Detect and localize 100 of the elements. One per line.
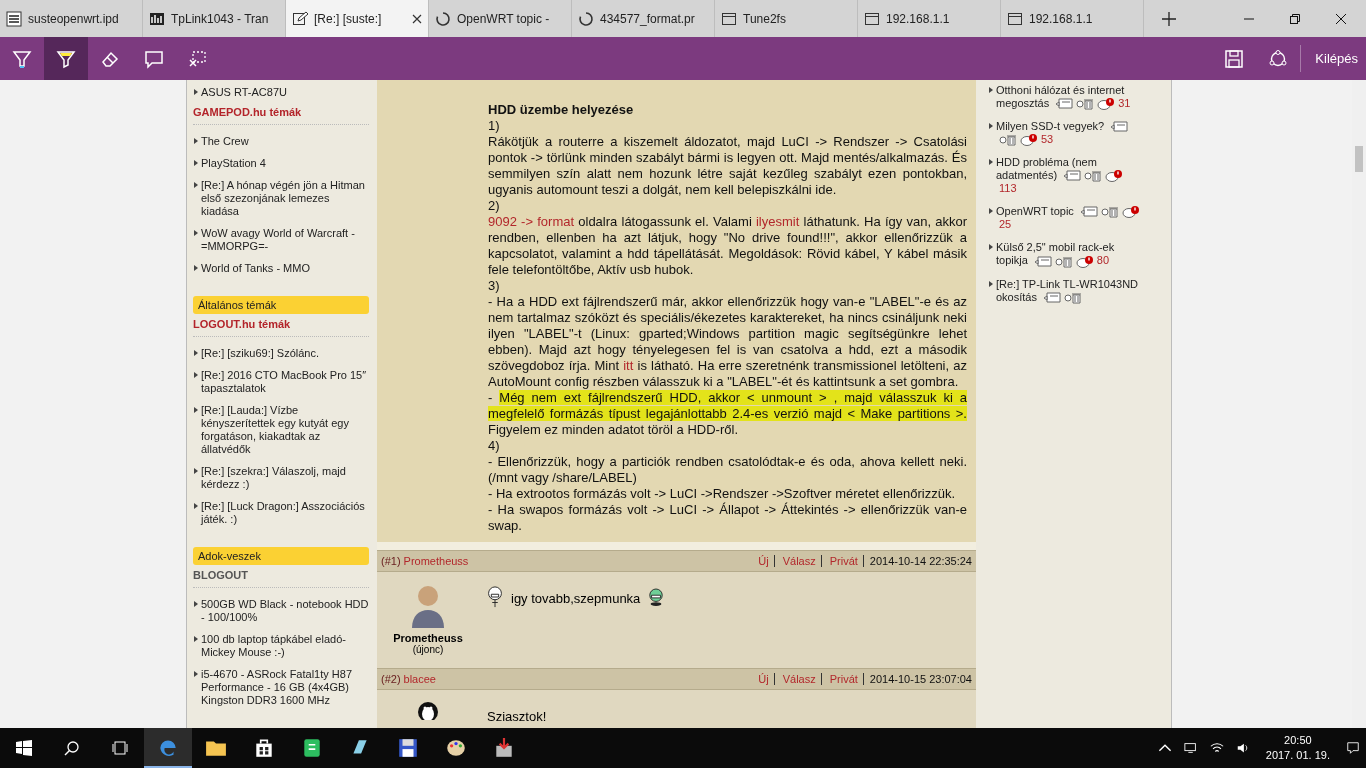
speech-bubble-icon[interactable] (1063, 170, 1082, 183)
bin-icon[interactable] (1054, 255, 1073, 268)
exit-button[interactable]: Kilépés (1300, 45, 1366, 72)
sidebar-link[interactable]: World of Tanks - MMO (193, 262, 369, 275)
post-paragraph: 3) (488, 278, 501, 294)
close-icon[interactable] (1336, 13, 1346, 24)
speech-bubble-icon[interactable] (1055, 98, 1074, 111)
post-action-link[interactable]: Privát (824, 555, 864, 567)
alert-bubble-icon[interactable] (1020, 134, 1038, 147)
author-link[interactable]: Prometheuss (403, 555, 469, 567)
alert-bubble-icon[interactable] (1105, 170, 1124, 183)
sidebar-link[interactable]: [Re:] [Luck Dragon:] Asszociációs játék. :) (193, 500, 369, 526)
post-date: 2014-10-15 23:07:04 (868, 673, 972, 685)
sidebar-link[interactable]: PlayStation 4 (193, 157, 369, 170)
post-action-link[interactable]: Válasz (777, 555, 822, 567)
share-icon[interactable] (1268, 48, 1289, 69)
page-icon (1007, 10, 1023, 27)
post-number[interactable]: (#1) (381, 555, 401, 567)
clock-date[interactable]: 2017. 01. 19. (1265, 748, 1330, 763)
clock-time[interactable]: 20:50 (1284, 733, 1312, 748)
sidebar-link[interactable]: 100 db laptop tápkábel eladó- Mickey Mouse :-) (193, 633, 369, 659)
reply-count: 53 (1041, 133, 1054, 146)
bin-icon[interactable] (1064, 291, 1083, 304)
post-paragraph: Rákötjük a routerre a kiszemelt áldozatot, majd LuCI -> Rendszer -> Csatolási pontok -> törlünk minden szabályt bármi is legyen ott. Majd mentés/alkalmazás. És semmilyen szín alatt nem hozunk létre saját kezűleg szabályt ezen pontokban, ugyanis automount teszi a dolgát, nem kell belepiszkálni ide. (488, 134, 967, 198)
topic-link[interactable]: Milyen SSD-t vegyek? 53 (988, 120, 1143, 147)
speech-bubble-icon[interactable] (1079, 206, 1098, 219)
post-paragraph: - Ha extrootos formázás volt -> LuCI ->Rendszer ->Szoftver méretet ellenőrizzük. (488, 486, 957, 502)
sidebar-link[interactable]: [Re:] 2016 CTO MacBook Pro 15″ tapasztalatok (193, 369, 369, 395)
post-text: igy tovabb,szepmunka (511, 591, 641, 606)
tool-button[interactable] (44, 37, 88, 80)
topic-link[interactable]: OpenWRT topic 25 (988, 205, 1143, 232)
section-heading[interactable]: GAMEPOD.hu témák (193, 106, 369, 125)
post-action-link[interactable]: Válasz (777, 673, 822, 685)
user-name[interactable]: Prometheuss (393, 632, 463, 644)
bin-icon[interactable] (1100, 206, 1119, 219)
post-number[interactable]: (#2) (381, 673, 401, 685)
reply-count: 80 (1096, 254, 1110, 267)
sidebar-link[interactable]: WoW avagy World of Warcraft -=MMORPG=- (193, 227, 369, 253)
bin-icon[interactable] (1076, 98, 1095, 111)
wifi-icon[interactable] (1209, 741, 1224, 755)
taskbar-app[interactable] (144, 728, 192, 768)
sidebar-link[interactable]: The Crew (193, 135, 369, 148)
sidebar-link[interactable]: 500GB WD Black - notebook HDD - 100/100% (193, 598, 369, 624)
task-view-icon[interactable] (112, 740, 128, 756)
sidebar-link[interactable]: [Re:] A hónap végén jön a Hitman első szezonjának lemezes kiadása (193, 179, 369, 218)
reply-count: 113 (999, 182, 1017, 195)
sidebar-link[interactable]: [Re:] [Lauda:] Vízbe kényszerítettek egy kutyát egy forgatáson, kiakadtak az állatvédők (193, 404, 369, 456)
topic-link[interactable]: Külső 2,5" mobil rack-ek topikja 80 (988, 241, 1143, 268)
category-tab[interactable]: Adok-veszek (193, 547, 369, 565)
post-action-link[interactable]: Privát (824, 673, 864, 685)
reply-count: 31 (1118, 97, 1131, 109)
loading-icon (578, 10, 594, 27)
category-tab[interactable]: Általános témák (193, 296, 369, 314)
clip-icon (188, 48, 208, 69)
alert-bubble-icon[interactable] (1097, 98, 1116, 111)
browser-tab[interactable]: [Re:] [suste:] (286, 0, 429, 37)
post-heading: HDD üzembe helyezése (488, 102, 635, 118)
alert-bubble-icon[interactable] (1121, 206, 1140, 219)
speaker-icon[interactable] (1235, 741, 1250, 755)
author-link[interactable]: blacee (403, 673, 436, 685)
section-heading[interactable]: BLOGOUT (193, 569, 369, 588)
windows-start-icon[interactable] (16, 740, 32, 756)
palette-icon (445, 737, 467, 759)
post-action-link[interactable]: Új (753, 555, 775, 567)
post-paragraph: - Ellenőrizzük, hogy a particiók rendben csatolódtak-e és oda, ahova kellett neki. (/mnt vagy /share/LABEL) (488, 454, 967, 486)
pen-icon (12, 48, 32, 69)
post-paragraph: - Ha swapos formázás volt -> LuCI -> Állapot -> Áttekintés -> ellenőrizzük van-e swap. (488, 502, 967, 534)
smiley-icon (648, 586, 665, 608)
alert-bubble-icon[interactable] (1075, 255, 1094, 268)
topic-link[interactable]: [Re:] TP-Link TL-WR1043ND okosítás (988, 277, 1143, 304)
network-icon[interactable] (1183, 741, 1198, 755)
topic-link[interactable]: HDD probléma (nem adatmentés) 113 (988, 156, 1143, 196)
notification-icon[interactable] (1346, 741, 1360, 755)
post-text: Sziasztok! (487, 709, 547, 724)
restore-icon[interactable] (1290, 13, 1300, 24)
page-icon (721, 10, 737, 27)
sidebar-link[interactable]: ASUS RT-AC87U (193, 86, 369, 99)
close-icon[interactable] (412, 13, 422, 24)
sidebar-link[interactable]: [Re:] [szekra:] Válaszolj, majd kérdezz :) (193, 465, 369, 491)
bin-icon[interactable] (999, 134, 1017, 147)
speech-bubble-icon[interactable] (1043, 291, 1062, 304)
speech-bubble-icon[interactable] (1110, 121, 1129, 134)
logo-icon (6, 10, 22, 27)
inline-link[interactable]: itt (623, 358, 634, 373)
save-icon[interactable] (1224, 48, 1245, 69)
inline-link[interactable]: ilyesmit (755, 214, 800, 229)
sidebar-link[interactable]: i5-4670 - ASRock Fatal1ty H87 Performance - 16 GB (4x4GB) Kingston DDR3 1600 MHz (193, 668, 369, 707)
inline-link[interactable]: 9092 -> format (488, 214, 575, 229)
sidebar-link[interactable]: [Re:] [sziku69:] Szólánc. (193, 347, 369, 360)
speech-bubble-icon[interactable] (1033, 255, 1052, 268)
post-action-link[interactable]: Új (753, 673, 775, 685)
page-icon (864, 10, 880, 27)
search-icon[interactable] (64, 740, 80, 756)
bin-icon[interactable] (1084, 170, 1103, 183)
highlighter-icon (56, 48, 76, 69)
topic-link[interactable]: Otthoni hálózat és internet megosztás 31 (988, 84, 1143, 111)
section-heading[interactable]: LOGOUT.hu témák (193, 318, 369, 337)
new-tab-icon[interactable] (1162, 11, 1176, 26)
loading-icon (435, 10, 451, 27)
post-paragraph: 1) (488, 118, 501, 134)
